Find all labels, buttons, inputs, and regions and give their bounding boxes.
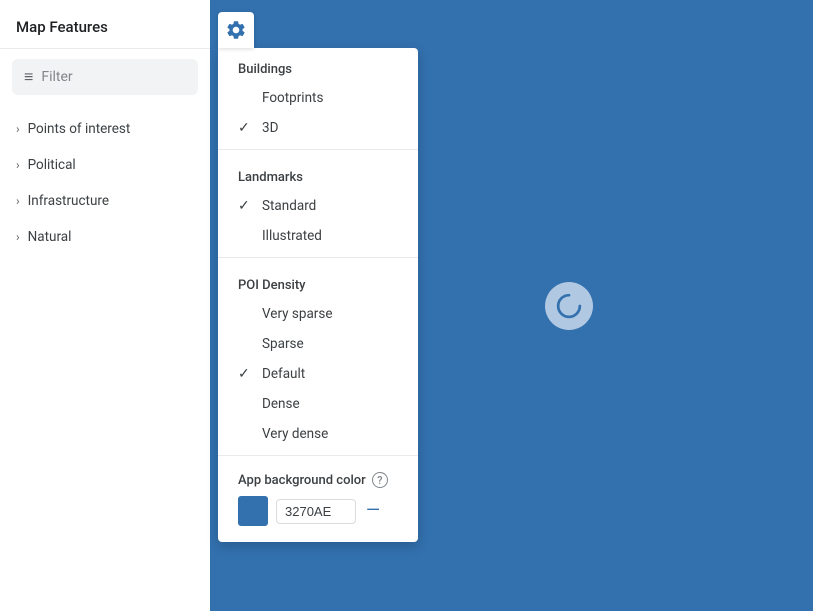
- illustrated-label: Illustrated: [262, 228, 322, 244]
- app-background-controls: —: [238, 496, 398, 526]
- color-reset-button[interactable]: —: [366, 502, 380, 520]
- settings-dropdown: Buildings Footprints ✓ 3D Landmarks ✓ St…: [218, 48, 418, 542]
- sidebar-items-list: › Points of interest › Political › Infra…: [0, 105, 210, 261]
- dropdown-item-footprints[interactable]: Footprints: [218, 83, 418, 113]
- dropdown-item-illustrated[interactable]: Illustrated: [218, 221, 418, 251]
- standard-label: Standard: [262, 198, 316, 214]
- dropdown-item-default[interactable]: ✓ Default: [218, 359, 418, 389]
- sidebar-item-label: Political: [28, 157, 76, 173]
- sparse-label: Sparse: [262, 336, 304, 352]
- sidebar-item-label: Infrastructure: [28, 193, 109, 209]
- filter-input[interactable]: ≡ Filter: [12, 59, 198, 95]
- dropdown-item-3d[interactable]: ✓ 3D: [218, 113, 418, 143]
- chevron-icon: ›: [16, 194, 20, 208]
- landmarks-section-title: Landmarks: [218, 156, 418, 191]
- checkmark-icon: ✓: [238, 120, 250, 136]
- color-hex-input[interactable]: [276, 499, 356, 524]
- sidebar-item-label: Points of interest: [28, 121, 131, 137]
- buildings-section-title: Buildings: [218, 48, 418, 83]
- sidebar: Map Features ≡ Filter › Points of intere…: [0, 0, 210, 611]
- filter-icon: ≡: [24, 67, 33, 87]
- dropdown-item-very-dense[interactable]: Very dense: [218, 419, 418, 449]
- sidebar-title: Map Features: [0, 0, 210, 49]
- map-loading-spinner: [545, 282, 593, 330]
- sidebar-item-natural[interactable]: › Natural: [0, 219, 210, 255]
- help-icon[interactable]: ?: [372, 472, 388, 488]
- app-background-label: App background color: [238, 473, 366, 488]
- default-label: Default: [262, 366, 305, 382]
- gear-icon: [225, 19, 247, 41]
- dropdown-item-standard[interactable]: ✓ Standard: [218, 191, 418, 221]
- divider: [218, 149, 418, 150]
- chevron-icon: ›: [16, 122, 20, 136]
- dropdown-item-very-sparse[interactable]: Very sparse: [218, 299, 418, 329]
- poi-density-section-title: POI Density: [218, 264, 418, 299]
- color-swatch[interactable]: [238, 496, 268, 526]
- checkmark-icon: ✓: [238, 198, 250, 214]
- app-background-section: App background color ? —: [218, 462, 418, 526]
- checkmark-icon: ✓: [238, 366, 250, 382]
- settings-gear-button[interactable]: [218, 12, 254, 48]
- divider: [218, 257, 418, 258]
- sidebar-item-poi[interactable]: › Points of interest: [0, 111, 210, 147]
- 3d-label: 3D: [262, 120, 278, 136]
- chevron-icon: ›: [16, 230, 20, 244]
- filter-placeholder: Filter: [41, 69, 72, 85]
- sidebar-item-infrastructure[interactable]: › Infrastructure: [0, 183, 210, 219]
- dense-label: Dense: [262, 396, 300, 412]
- footprints-label: Footprints: [262, 90, 323, 106]
- app-background-label-row: App background color ?: [238, 472, 398, 488]
- very-dense-label: Very dense: [262, 426, 328, 442]
- divider: [218, 455, 418, 456]
- dropdown-item-sparse[interactable]: Sparse: [218, 329, 418, 359]
- chevron-icon: ›: [16, 158, 20, 172]
- sidebar-item-political[interactable]: › Political: [0, 147, 210, 183]
- very-sparse-label: Very sparse: [262, 306, 333, 322]
- sidebar-item-label: Natural: [28, 229, 72, 245]
- dropdown-item-dense[interactable]: Dense: [218, 389, 418, 419]
